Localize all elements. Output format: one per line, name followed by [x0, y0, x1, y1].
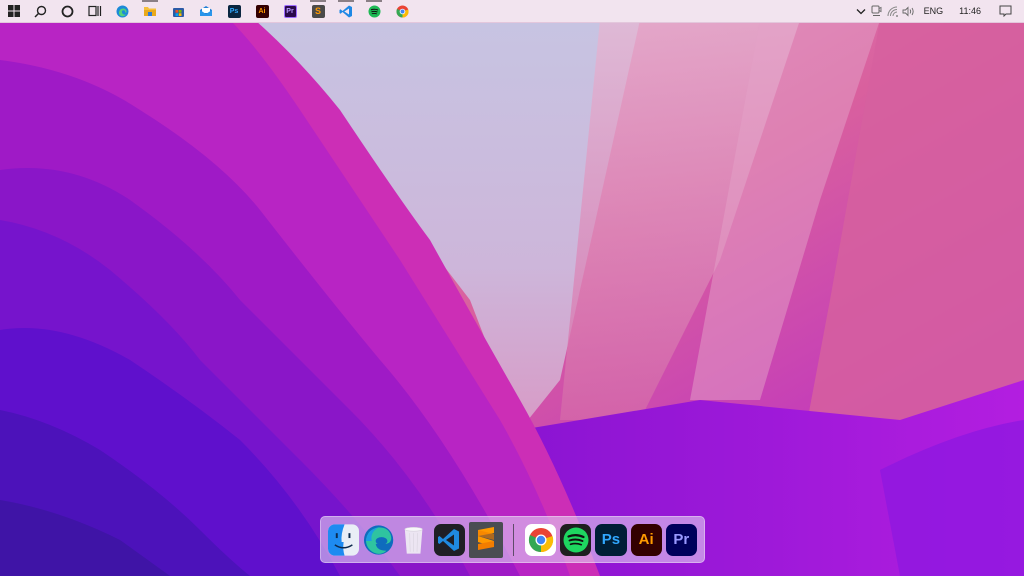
taskbar-app-spotify[interactable] — [360, 0, 388, 23]
chevron-up-icon — [856, 8, 866, 14]
store-icon — [172, 7, 184, 17]
taskbar-app-premiere-pro[interactable]: Pr — [276, 0, 304, 23]
premiere-icon: Pr — [283, 4, 297, 18]
vscode-icon — [339, 5, 352, 17]
wifi-icon — [887, 6, 898, 17]
edge-icon — [116, 5, 128, 17]
dock-item-photoshop[interactable]: Ps — [595, 523, 627, 556]
action-center-button[interactable] — [990, 0, 1020, 23]
taskbar-app-chrome[interactable] — [388, 0, 416, 23]
mail-icon — [200, 6, 212, 16]
sublime-icon — [477, 526, 494, 550]
edge-icon — [364, 524, 394, 555]
chrome-icon — [528, 527, 553, 552]
taskbar-app-photoshop[interactable]: Ps — [220, 0, 248, 23]
dock-separator — [512, 523, 514, 556]
photoshop-icon: Ps — [601, 531, 621, 548]
dock: Ps Ai Pr — [320, 516, 705, 563]
dock-item-edge[interactable] — [363, 524, 394, 556]
finder-icon — [328, 523, 360, 556]
taskbar-app-sublime-text[interactable]: S — [304, 0, 332, 23]
volume-button[interactable] — [901, 0, 917, 23]
spotify-icon — [368, 5, 380, 17]
desktop-wallpaper — [0, 0, 1024, 576]
meet-now-icon — [871, 5, 882, 16]
dock-item-illustrator[interactable]: Ai — [630, 523, 662, 556]
taskbar: Ps Ai Pr S ENG 11:46 — [0, 0, 1024, 23]
volume-icon — [902, 5, 914, 17]
windows-logo-icon — [7, 5, 20, 17]
folder-icon — [144, 7, 156, 16]
taskbar-app-microsoft-store[interactable] — [164, 0, 192, 23]
start-button[interactable] — [0, 0, 27, 23]
dock-item-chrome[interactable] — [524, 523, 557, 556]
dock-item-premiere-pro[interactable]: Pr — [665, 523, 697, 556]
notification-icon — [999, 5, 1011, 17]
task-view-button[interactable] — [81, 0, 108, 23]
task-view-icon — [87, 5, 101, 17]
dock-item-sublime-text[interactable] — [468, 521, 503, 558]
show-hidden-icons-button[interactable] — [853, 0, 869, 23]
taskbar-app-edge[interactable] — [108, 0, 136, 23]
system-tray: ENG 11:46 — [853, 0, 1024, 23]
dock-item-spotify[interactable] — [560, 523, 592, 556]
clock[interactable]: 11:46 — [950, 0, 990, 23]
illustrator-icon: Ai — [255, 4, 269, 18]
search-button[interactable] — [27, 0, 54, 23]
dock-item-trash[interactable] — [398, 524, 429, 556]
sublime-icon: S — [311, 4, 325, 18]
taskbar-app-vscode[interactable] — [332, 0, 360, 23]
network-button[interactable] — [885, 0, 901, 23]
cortana-ring-icon — [61, 5, 74, 17]
chrome-icon — [395, 5, 409, 18]
cortana-button[interactable] — [54, 0, 81, 23]
photoshop-icon: Ps — [227, 4, 241, 18]
taskbar-app-illustrator[interactable]: Ai — [248, 0, 276, 23]
spotify-icon — [563, 527, 589, 552]
dock-item-vscode[interactable] — [433, 523, 465, 556]
dock-item-finder[interactable] — [328, 523, 360, 556]
illustrator-icon: Ai — [638, 531, 654, 548]
search-icon — [34, 5, 47, 18]
input-language-button[interactable]: ENG — [917, 0, 951, 23]
taskbar-app-mail[interactable] — [192, 0, 220, 23]
meet-now-button[interactable] — [869, 0, 885, 23]
vscode-icon — [438, 528, 460, 551]
premiere-icon: Pr — [673, 531, 690, 548]
trash-icon — [404, 526, 424, 554]
taskbar-app-file-explorer[interactable] — [136, 0, 164, 23]
